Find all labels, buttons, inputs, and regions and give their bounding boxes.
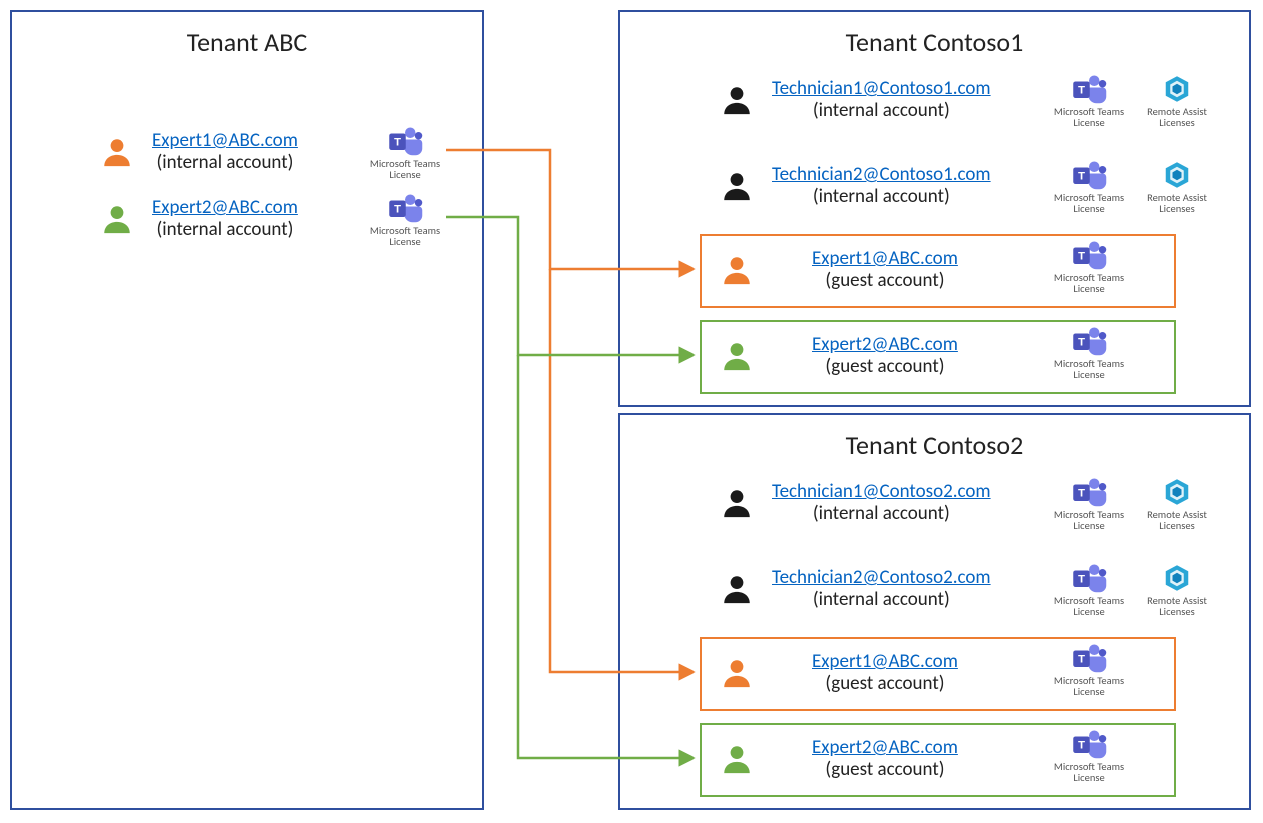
contoso1-user-row: Technician2@Contoso1.com (internal accou… [720, 164, 991, 208]
remoteassist-icon [1160, 160, 1194, 190]
contoso2-user0-email[interactable]: Technician1@Contoso2.com [772, 481, 991, 503]
teams-license-block: T Microsoft Teams License [1048, 643, 1130, 697]
contoso1-user1-email[interactable]: Technician2@Contoso1.com [772, 164, 991, 186]
person-icon [720, 656, 754, 690]
abc-user0-email[interactable]: Expert1@ABC.com [152, 130, 298, 152]
person-icon [720, 572, 754, 606]
teams-license-block: T Microsoft Teams License [364, 126, 446, 180]
abc-user0-sub: (internal account) [152, 152, 298, 174]
person-icon [720, 339, 754, 373]
license-caption: Microsoft Teams License [1048, 358, 1130, 380]
teams-license-block: T Microsoft Teams License [1048, 477, 1130, 531]
svg-text:T: T [394, 204, 401, 216]
contoso1-user2-email[interactable]: Expert1@ABC.com [812, 248, 958, 270]
teams-license-block: T Microsoft Teams License [1048, 563, 1130, 617]
svg-text:T: T [1078, 654, 1085, 666]
contoso1-user3-email[interactable]: Expert2@ABC.com [812, 334, 958, 356]
contoso2-user2-email[interactable]: Expert1@ABC.com [812, 651, 958, 673]
remoteassist-license-block: Remote Assist Licenses [1136, 160, 1218, 214]
person-icon [100, 135, 134, 169]
contoso1-guest-row: Expert2@ABC.com (guest account) [720, 334, 958, 378]
license-caption: Microsoft Teams License [1048, 272, 1130, 294]
svg-text:T: T [1078, 488, 1085, 500]
svg-text:T: T [1078, 171, 1085, 183]
svg-text:T: T [394, 137, 401, 149]
license-caption: Microsoft Teams License [1048, 675, 1130, 697]
license-caption: Remote Assist Licenses [1136, 106, 1218, 128]
contoso1-user1-sub: (internal account) [772, 186, 991, 208]
tenant-abc: Tenant ABC Expert1@ABC.com (internal acc… [10, 10, 484, 810]
abc-user1-email[interactable]: Expert2@ABC.com [152, 197, 298, 219]
license-caption: Microsoft Teams License [1048, 595, 1130, 617]
remoteassist-license-block: Remote Assist Licenses [1136, 477, 1218, 531]
contoso1-user0-sub: (internal account) [772, 100, 991, 122]
license-caption: Microsoft Teams License [1048, 106, 1130, 128]
license-caption: Microsoft Teams License [1048, 509, 1130, 531]
contoso2-user0-sub: (internal account) [772, 503, 991, 525]
svg-text:T: T [1078, 337, 1085, 349]
license-caption: Microsoft Teams License [1048, 761, 1130, 783]
contoso2-user-row: Technician1@Contoso2.com (internal accou… [720, 481, 991, 525]
license-caption: Remote Assist Licenses [1136, 509, 1218, 531]
contoso2-user3-email[interactable]: Expert2@ABC.com [812, 737, 958, 759]
person-icon [100, 202, 134, 236]
license-caption: Remote Assist Licenses [1136, 192, 1218, 214]
abc-user-row: Expert2@ABC.com (internal account) [100, 197, 298, 241]
remoteassist-icon [1160, 563, 1194, 593]
remoteassist-license-block: Remote Assist Licenses [1136, 563, 1218, 617]
contoso2-guest-row: Expert1@ABC.com (guest account) [720, 651, 958, 695]
teams-icon: T [1071, 74, 1107, 104]
teams-license-block: T Microsoft Teams License [1048, 160, 1130, 214]
contoso2-user-row: Technician2@Contoso2.com (internal accou… [720, 567, 991, 611]
teams-icon: T [387, 126, 423, 156]
teams-icon: T [1071, 326, 1107, 356]
contoso2-user1-email[interactable]: Technician2@Contoso2.com [772, 567, 991, 589]
teams-icon: T [1071, 729, 1107, 759]
contoso2-user1-sub: (internal account) [772, 589, 991, 611]
license-caption: Microsoft Teams License [364, 225, 446, 247]
contoso2-guest-row: Expert2@ABC.com (guest account) [720, 737, 958, 781]
abc-user1-sub: (internal account) [152, 219, 298, 241]
svg-text:T: T [1078, 574, 1085, 586]
person-icon [720, 169, 754, 203]
contoso1-user3-sub: (guest account) [812, 356, 958, 378]
contoso1-user2-sub: (guest account) [812, 270, 958, 292]
teams-icon: T [1071, 160, 1107, 190]
teams-license-block: T Microsoft Teams License [1048, 74, 1130, 128]
teams-license-block: T Microsoft Teams License [1048, 326, 1130, 380]
contoso1-user-row: Technician1@Contoso1.com (internal accou… [720, 78, 991, 122]
teams-icon: T [387, 193, 423, 223]
person-icon [720, 253, 754, 287]
remoteassist-icon [1160, 74, 1194, 104]
license-caption: Microsoft Teams License [364, 158, 446, 180]
teams-icon: T [1071, 477, 1107, 507]
contoso1-guest-row: Expert1@ABC.com (guest account) [720, 248, 958, 292]
license-caption: Microsoft Teams License [1048, 192, 1130, 214]
teams-license-block: T Microsoft Teams License [1048, 240, 1130, 294]
svg-text:T: T [1078, 251, 1085, 263]
tenant-contoso2-title: Tenant Contoso2 [620, 429, 1249, 461]
tenant-contoso2: Tenant Contoso2 Technician1@Contoso2.com… [618, 413, 1251, 810]
contoso2-user3-sub: (guest account) [812, 759, 958, 781]
remoteassist-license-block: Remote Assist Licenses [1136, 74, 1218, 128]
person-icon [720, 486, 754, 520]
svg-text:T: T [1078, 740, 1085, 752]
teams-icon: T [1071, 643, 1107, 673]
person-icon [720, 83, 754, 117]
person-icon [720, 742, 754, 776]
teams-license-block: T Microsoft Teams License [1048, 729, 1130, 783]
diagram-canvas: Tenant ABC Expert1@ABC.com (internal acc… [10, 10, 1253, 813]
svg-text:T: T [1078, 85, 1085, 97]
tenant-contoso1: Tenant Contoso1 Technician1@Contoso1.com… [618, 10, 1251, 407]
tenant-contoso1-title: Tenant Contoso1 [620, 26, 1249, 58]
teams-license-block: T Microsoft Teams License [364, 193, 446, 247]
license-caption: Remote Assist Licenses [1136, 595, 1218, 617]
teams-icon: T [1071, 563, 1107, 593]
teams-icon: T [1071, 240, 1107, 270]
contoso1-user0-email[interactable]: Technician1@Contoso1.com [772, 78, 991, 100]
remoteassist-icon [1160, 477, 1194, 507]
tenant-abc-title: Tenant ABC [12, 26, 482, 58]
contoso2-user2-sub: (guest account) [812, 673, 958, 695]
abc-user-row: Expert1@ABC.com (internal account) [100, 130, 298, 174]
